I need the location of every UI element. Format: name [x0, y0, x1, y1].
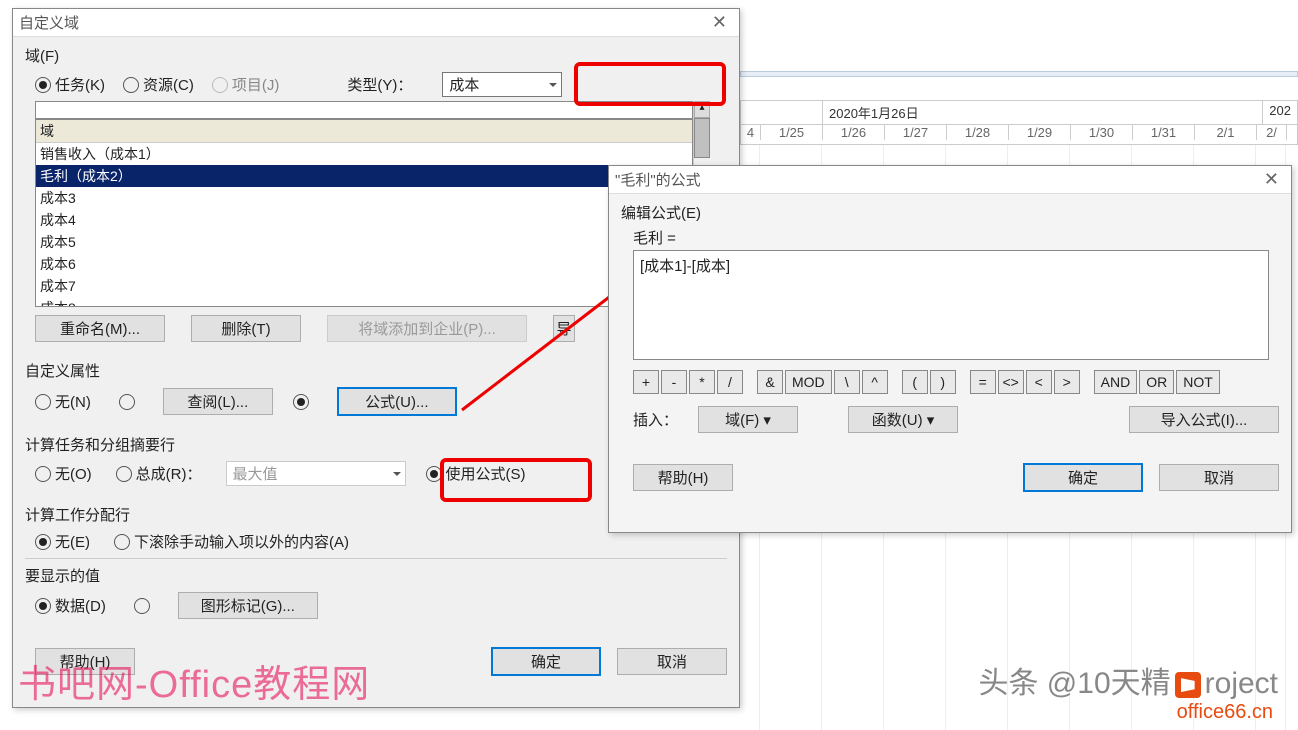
op-rparen[interactable]: ): [930, 370, 956, 394]
formula-cancel-button[interactable]: 取消: [1159, 464, 1279, 491]
list-item[interactable]: 成本3: [36, 187, 692, 209]
attribution-url: office66.cn: [1177, 701, 1273, 724]
radio-calc-none[interactable]: 无(O): [35, 463, 92, 484]
formula-dialog-title: "毛利"的公式: [615, 169, 701, 190]
close-icon[interactable]: ✕: [1258, 169, 1285, 190]
formula-text: [成本1]-[成本]: [640, 258, 730, 275]
op-div[interactable]: /: [717, 370, 743, 394]
op-and[interactable]: AND: [1094, 370, 1138, 394]
import-button-partial[interactable]: 导: [553, 315, 575, 342]
formula-dialog-titlebar[interactable]: "毛利"的公式 ✕: [609, 166, 1291, 194]
op-lt[interactable]: <: [1026, 370, 1052, 394]
add-enterprise-button: 将域添加到企业(P)...: [327, 315, 527, 342]
op-ne[interactable]: <>: [998, 370, 1024, 394]
import-formula-button[interactable]: 导入公式(I)...: [1129, 406, 1279, 433]
radio-attr-formula[interactable]: [293, 394, 309, 410]
type-label: 类型(Y)：: [347, 74, 412, 95]
gantt-day: 1/25: [761, 125, 823, 140]
radio-attr-none[interactable]: 无(N): [35, 391, 91, 412]
formula-textarea[interactable]: [成本1]-[成本]: [633, 250, 1269, 360]
gantt-day: 1/27: [885, 125, 947, 140]
scroll-thumb[interactable]: [694, 118, 710, 158]
list-item[interactable]: 成本4: [36, 209, 692, 231]
list-item[interactable]: 成本8: [36, 297, 692, 307]
op-plus[interactable]: +: [633, 370, 659, 394]
list-item[interactable]: 毛利（成本2）: [36, 165, 692, 187]
ok-button[interactable]: 确定: [491, 647, 601, 676]
radio-resource[interactable]: 资源(C): [123, 74, 194, 95]
formula-dialog: "毛利"的公式 ✕ 编辑公式(E) 毛利 = [成本1]-[成本] + - * …: [608, 165, 1292, 533]
cancel-button[interactable]: 取消: [617, 648, 727, 675]
lookup-button[interactable]: 查阅(L)...: [163, 388, 273, 415]
show-values-label: 要显示的值: [25, 565, 727, 586]
op-mod[interactable]: MOD: [785, 370, 832, 394]
radio-task[interactable]: 任务(K): [35, 74, 105, 95]
gantt-day: 1/31: [1133, 125, 1195, 140]
delete-button[interactable]: 删除(T): [191, 315, 301, 342]
gantt-week-next: 202: [1263, 101, 1297, 125]
gantt-day: 1/30: [1071, 125, 1133, 140]
op-or[interactable]: OR: [1139, 370, 1174, 394]
field-equals-label: 毛利 =: [633, 227, 1279, 248]
op-concat[interactable]: &: [757, 370, 783, 394]
radio-project[interactable]: 项目(J): [212, 74, 280, 95]
list-header: 域: [36, 120, 692, 143]
list-item[interactable]: 销售收入（成本1）: [36, 143, 692, 165]
type-select[interactable]: 成本: [442, 72, 562, 97]
op-minus[interactable]: -: [661, 370, 687, 394]
edit-formula-label: 编辑公式(E): [621, 202, 1279, 223]
radio-calc-rollup[interactable]: 总成(R)：: [116, 463, 202, 484]
op-lparen[interactable]: (: [902, 370, 928, 394]
highlight-box-type: [574, 62, 726, 106]
rollup-select: 最大值: [226, 461, 406, 486]
dialog-title: 自定义域: [19, 12, 79, 33]
gantt-day: 2/: [1257, 125, 1287, 140]
gantt-day: 4: [741, 125, 761, 140]
formula-help-button[interactable]: 帮助(H): [633, 464, 733, 491]
op-eq[interactable]: =: [970, 370, 996, 394]
radio-show-data[interactable]: 数据(D): [35, 595, 106, 616]
gantt-day: 1/26: [823, 125, 885, 140]
op-gt[interactable]: >: [1054, 370, 1080, 394]
gantt-strip: [740, 71, 1298, 77]
formula-button[interactable]: 公式(U)...: [337, 387, 457, 416]
gantt-day: 2/1: [1195, 125, 1257, 140]
gantt-day: 1/28: [947, 125, 1009, 140]
list-item[interactable]: 成本5: [36, 231, 692, 253]
gantt-week-pad: [741, 101, 823, 125]
field-listbox[interactable]: 域 销售收入（成本1） 毛利（成本2） 成本3 成本4 成本5 成本6 成本7 …: [35, 119, 693, 307]
insert-label: 插入：: [633, 409, 678, 430]
close-icon[interactable]: ✕: [706, 12, 733, 33]
rename-button[interactable]: 重命名(M)...: [35, 315, 165, 342]
radio-assign-rolldown[interactable]: 下滚除手动输入项以外的内容(A): [114, 531, 349, 552]
office-logo-icon: [1175, 672, 1201, 698]
radio-assign-none[interactable]: 无(E): [35, 531, 90, 552]
op-not[interactable]: NOT: [1176, 370, 1220, 394]
watermark-text: 书吧网-Office教程网: [18, 653, 370, 708]
radio-show-graphic[interactable]: [134, 598, 150, 614]
insert-field-button[interactable]: 域(F) ▾: [698, 406, 798, 433]
gantt-days: 4 1/25 1/26 1/27 1/28 1/29 1/30 1/31 2/1…: [741, 125, 1297, 140]
list-item[interactable]: 成本6: [36, 253, 692, 275]
attribution-text: 头条 @10天精roject: [978, 658, 1278, 702]
formula-ok-button[interactable]: 确定: [1023, 463, 1143, 492]
gantt-week-label: 2020年1月26日: [823, 101, 1263, 125]
highlight-box-useformula: [440, 458, 592, 502]
gantt-day: 1/29: [1009, 125, 1071, 140]
op-mult[interactable]: *: [689, 370, 715, 394]
radio-attr-lookup[interactable]: [119, 394, 135, 410]
graphic-indicators-button[interactable]: 图形标记(G)...: [178, 592, 318, 619]
op-intdiv[interactable]: \: [834, 370, 860, 394]
insert-function-button[interactable]: 函数(U) ▾: [848, 406, 958, 433]
dialog-titlebar[interactable]: 自定义域 ✕: [13, 9, 739, 37]
op-pow[interactable]: ^: [862, 370, 888, 394]
list-item[interactable]: 成本7: [36, 275, 692, 297]
